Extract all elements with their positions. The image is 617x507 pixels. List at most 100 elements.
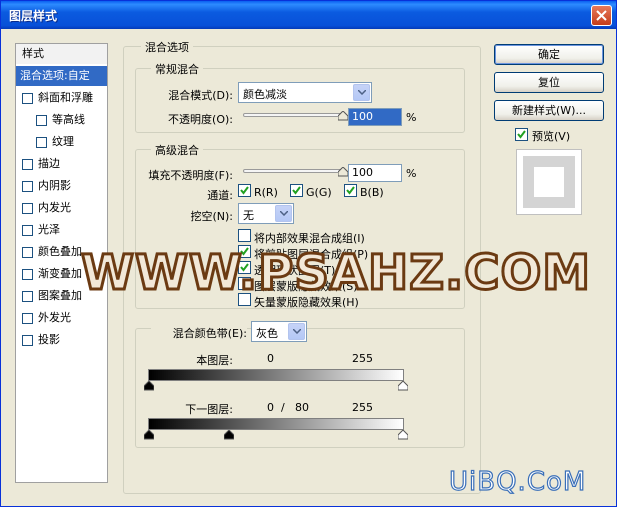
style-list-header-label: 样式 [22,47,44,60]
style-item-checkbox[interactable] [36,137,47,148]
preview-checkbox[interactable] [515,128,528,141]
this-layer-low-value: 0 [267,352,274,365]
blend-if-dropdown-arrow[interactable] [288,323,305,340]
channel-label: R(R) [254,186,278,199]
fill-opacity-slider-thumb[interactable] [338,167,348,177]
this-layer-gradient-bar [148,369,404,381]
underlying-split-slider-thumb[interactable] [223,430,234,440]
blend-if-value: 灰色 [256,327,278,340]
title-bar[interactable]: 图层样式 [1,1,616,29]
preview-label: 预览(V) [532,130,571,143]
this-layer-high-value: 255 [352,352,373,365]
underlying-gradient-bar [148,418,404,430]
style-item-label: 等高线 [52,113,85,126]
layer-style-dialog: 图层样式 样式 混合选项:自定斜面和浮雕等高线纹理描边内阴影内发光光泽颜色叠加渐… [0,0,617,507]
style-item-checkbox[interactable] [22,291,33,302]
blend-mode-select[interactable]: 颜色减淡 [238,82,372,103]
style-item[interactable]: 斜面和浮雕 [16,88,107,108]
opacity-slider-thumb[interactable] [338,111,348,121]
channel-label: B(B) [360,186,384,199]
style-item[interactable]: 混合选项:自定 [16,66,107,86]
opacity-unit: % [406,111,417,124]
channel-checkbox[interactable] [290,184,303,197]
blending-options-legend: 混合选项 [141,39,193,55]
style-item-label: 内阴影 [38,179,71,192]
underlying-high-value: 255 [352,401,373,414]
style-item[interactable]: 外发光 [16,308,107,328]
knockout-value: 无 [243,209,254,222]
preview-frame [523,156,575,208]
watermark-corner: UiBQ.CoM [448,466,587,497]
blend-if-label: 混合颜色带(E): [151,325,247,341]
checkmark-icon [517,130,526,139]
blend-if-group [135,328,465,448]
style-item[interactable]: 描边 [16,154,107,174]
style-item-label: 渐变叠加 [38,267,82,280]
style-item-checkbox[interactable] [22,313,33,324]
underlying-split-value: 80 [295,401,309,414]
style-item-checkbox[interactable] [22,181,33,192]
style-item[interactable]: 投影 [16,330,107,350]
opacity-label: 不透明度(O): [168,113,233,126]
fill-opacity-unit: % [406,167,417,180]
blend-mode-dropdown-arrow[interactable] [353,84,370,101]
style-item[interactable]: 光泽 [16,220,107,240]
window-title: 图层样式 [9,9,58,23]
style-item-checkbox[interactable] [22,203,33,214]
this-layer-white-slider-thumb[interactable] [398,381,408,391]
channels-label: 通道: [207,189,233,202]
channel-checkbox[interactable] [238,184,251,197]
style-item-checkbox[interactable] [22,93,33,104]
style-list-header[interactable]: 样式 [16,44,107,64]
style-item[interactable]: 内阴影 [16,176,107,196]
fill-opacity-input[interactable]: 100 [348,164,402,182]
close-button[interactable] [591,5,612,26]
style-item-checkbox[interactable] [22,159,33,170]
blend-if-select[interactable]: 灰色 [251,321,307,342]
checkmark-icon [292,186,301,195]
underlying-black-slider-thumb[interactable] [144,430,154,440]
underlying-separator: / [281,401,285,414]
chevron-down-icon [358,90,366,95]
style-item-label: 内发光 [38,201,71,214]
this-layer-label: 本图层: [196,354,233,367]
checkmark-icon [240,186,249,195]
preview-swatch [534,167,564,197]
general-blending-legend: 常规混合 [151,61,203,77]
underlying-white-slider-thumb[interactable] [398,430,408,440]
style-item[interactable]: 纹理 [16,132,107,152]
chevron-down-icon [293,329,301,334]
new-style-button[interactable]: 新建样式(W)... [494,100,604,121]
style-item-label: 纹理 [52,135,74,148]
blend-mode-label: 混合模式(D): [168,89,233,102]
style-item-checkbox[interactable] [22,269,33,280]
fill-opacity-label: 填充不透明度(F): [148,169,233,182]
style-item-checkbox[interactable] [22,247,33,258]
reset-button[interactable]: 复位 [494,72,604,93]
underlying-layer-label: 下一图层: [185,403,233,416]
style-item-checkbox[interactable] [36,115,47,126]
ok-button[interactable]: 确定 [494,44,604,65]
watermark-main: WWW.PSAHZ.COM [79,244,592,303]
style-item[interactable]: 内发光 [16,198,107,218]
style-item[interactable]: 等高线 [16,110,107,130]
style-item-label: 颜色叠加 [38,245,82,258]
knockout-select[interactable]: 无 [238,203,294,224]
style-item-label: 描边 [38,157,60,170]
opacity-slider[interactable] [243,113,343,117]
checkmark-icon [346,186,355,195]
style-item-label: 外发光 [38,311,71,324]
this-layer-black-slider-thumb[interactable] [144,381,154,391]
style-item-label: 混合选项:自定 [20,69,90,82]
knockout-dropdown-arrow[interactable] [275,205,292,222]
style-item-checkbox[interactable] [22,225,33,236]
advanced-option-checkbox[interactable] [238,229,251,242]
preview-thumbnail [516,149,582,215]
style-item-label: 图案叠加 [38,289,82,302]
style-item-label: 斜面和浮雕 [38,91,93,104]
opacity-input[interactable]: 100 [348,108,402,126]
fill-opacity-slider[interactable] [243,169,343,173]
style-item-checkbox[interactable] [22,335,33,346]
style-item-label: 光泽 [38,223,60,236]
channel-checkbox[interactable] [344,184,357,197]
